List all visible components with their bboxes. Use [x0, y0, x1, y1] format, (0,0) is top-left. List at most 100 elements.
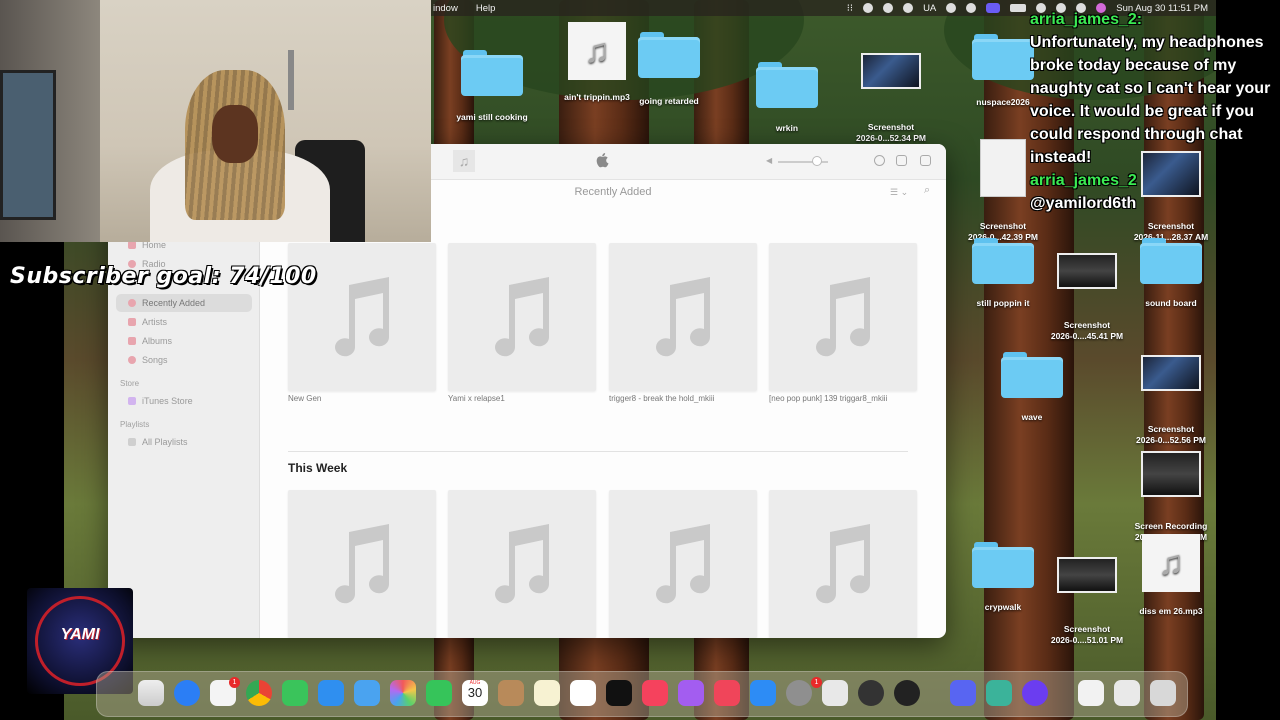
desktop-icon-label: going retarded [639, 96, 699, 106]
music-note-icon [495, 524, 550, 604]
document-stack-icon[interactable] [1114, 680, 1140, 706]
desktop-file[interactable]: Screenshot 2026-0...52.34 PM [846, 42, 936, 155]
desktop-folder[interactable]: crypwalk [958, 542, 1048, 613]
desktop-folder[interactable]: wrkin [742, 62, 832, 134]
safari-icon[interactable] [174, 680, 200, 706]
album-tile[interactable] [448, 243, 596, 391]
sidebar-section-playlists: Playlists [120, 420, 150, 429]
status-icon[interactable] [903, 3, 914, 13]
music-note-icon [335, 277, 390, 357]
sidebar-item-all-playlists[interactable]: All Playlists [116, 433, 252, 451]
notification-badge: 1 [811, 677, 822, 688]
desktop-file[interactable]: ♫ diss em 26.mp3 [1126, 534, 1216, 617]
contacts-icon[interactable] [498, 680, 524, 706]
app-icon[interactable] [1022, 680, 1048, 706]
desktop-file[interactable]: Screenshot 2026-0....51.01 PM [1042, 546, 1132, 657]
chrome-icon[interactable] [246, 680, 272, 706]
section-title-this-week: This Week [288, 461, 348, 475]
sidebar-item-artists[interactable]: Artists [116, 313, 252, 331]
screenshot-thumbnail [861, 53, 921, 89]
music-file-icon[interactable] [1078, 680, 1104, 706]
facetime-icon[interactable] [426, 680, 452, 706]
music-note-icon [816, 277, 871, 357]
folder-icon [1140, 238, 1202, 284]
menu-window[interactable]: indow [433, 3, 458, 14]
audio-app-icon[interactable] [858, 680, 884, 706]
sidebar-section-store: Store [120, 379, 140, 388]
airplay-icon[interactable] [874, 155, 885, 166]
home-icon [128, 241, 136, 249]
calendar-icon[interactable]: AUG 30 [462, 680, 488, 706]
status-icon[interactable] [883, 3, 894, 13]
mail-icon[interactable] [318, 680, 344, 706]
folder-icon [756, 62, 818, 108]
sidebar-item-label: Songs [142, 355, 168, 365]
music-note-icon [495, 277, 550, 357]
album-title[interactable]: [neo pop punk] 139 triggar8_mkiii [769, 394, 919, 403]
music-note-icon [656, 277, 711, 357]
music-icon[interactable] [642, 680, 668, 706]
news-icon[interactable] [714, 680, 740, 706]
music-note-icon [656, 524, 711, 604]
status-icon[interactable] [863, 3, 874, 13]
screen-mirror-icon[interactable] [986, 3, 1001, 13]
desktop-folder[interactable]: still poppin it [958, 238, 1048, 309]
desktop-icon-label: crypwalk [984, 602, 1022, 612]
app-store-icon[interactable] [750, 680, 776, 706]
play-icon[interactable] [966, 3, 977, 13]
sidebar-item-itunes-store[interactable]: iTunes Store [116, 392, 252, 410]
trash-icon[interactable] [1150, 680, 1176, 706]
desktop-icon-label: Screenshot 2026-0...52.34 PM [856, 122, 926, 143]
discord-icon[interactable] [950, 680, 976, 706]
desktop-folder[interactable]: wave [987, 352, 1077, 423]
album-title[interactable]: trigger8 - break the hold_mkiii [609, 394, 759, 403]
messages-icon[interactable] [282, 680, 308, 706]
album-tile[interactable] [769, 243, 917, 391]
iphone-mirroring-icon[interactable] [822, 680, 848, 706]
music-file-icon: ♫ [1142, 534, 1200, 592]
desktop-icon-label: sound board [1145, 298, 1197, 308]
desktop-icon-label: Screenshot 2026-0....51.01 PM [1050, 624, 1124, 645]
chat-username: arria_james_2: [1030, 11, 1143, 28]
queue-icon[interactable] [920, 155, 931, 166]
battery-icon[interactable] [1010, 4, 1027, 12]
launchpad-icon[interactable] [138, 680, 164, 706]
sidebar-item-label: Artists [142, 317, 168, 327]
album-tile[interactable] [609, 243, 757, 391]
menu-help[interactable]: Help [476, 3, 496, 14]
desktop-folder[interactable]: sound board [1126, 238, 1216, 309]
input-source-indicator[interactable]: UA [923, 3, 936, 14]
maps-icon[interactable] [354, 680, 380, 706]
chat-app-icon[interactable] [986, 680, 1012, 706]
chat-message: Unfortunately, my headphones broke today… [1030, 34, 1271, 166]
album-tile[interactable] [448, 490, 596, 638]
album-tile[interactable] [288, 490, 436, 638]
sidebar-item-label: Recently Added [142, 298, 206, 308]
audio-app-icon[interactable] [894, 680, 920, 706]
album-tile[interactable] [609, 490, 757, 638]
status-icon[interactable] [946, 3, 957, 13]
apple-tv-icon[interactable] [606, 680, 632, 706]
lyrics-icon[interactable] [896, 155, 907, 166]
album-title[interactable]: New Gen [288, 394, 438, 403]
podcasts-icon[interactable] [678, 680, 704, 706]
sidebar-item-label: All Playlists [142, 437, 188, 447]
album-title[interactable]: Yami x relapse1 [448, 394, 598, 403]
sidebar-item-albums[interactable]: Albums [116, 332, 252, 350]
desktop-folder[interactable]: going retarded [624, 32, 714, 107]
desktop-folder[interactable]: yami still cooking [447, 50, 537, 123]
sidebar-item-songs[interactable]: Songs [116, 351, 252, 369]
freeform-icon[interactable] [570, 680, 596, 706]
desktop-icon-label: still poppin it [976, 298, 1030, 308]
search-icon[interactable]: ⌕ [924, 184, 930, 197]
album-tile[interactable] [769, 490, 917, 638]
volume-slider[interactable]: ◀ [766, 154, 836, 168]
system-settings-icon[interactable] [786, 680, 812, 706]
desktop-file[interactable]: Screenshot 2026-0....45.41 PM [1042, 242, 1132, 353]
notes-icon[interactable] [534, 680, 560, 706]
sidebar-item-recently-added[interactable]: Recently Added [116, 294, 252, 312]
sort-icon[interactable]: ☰ ⌄ [890, 187, 908, 198]
grid-icon[interactable]: ⁝⁝ [847, 3, 853, 14]
photos-icon[interactable] [390, 680, 416, 706]
screen-recording-thumbnail [1141, 451, 1201, 497]
